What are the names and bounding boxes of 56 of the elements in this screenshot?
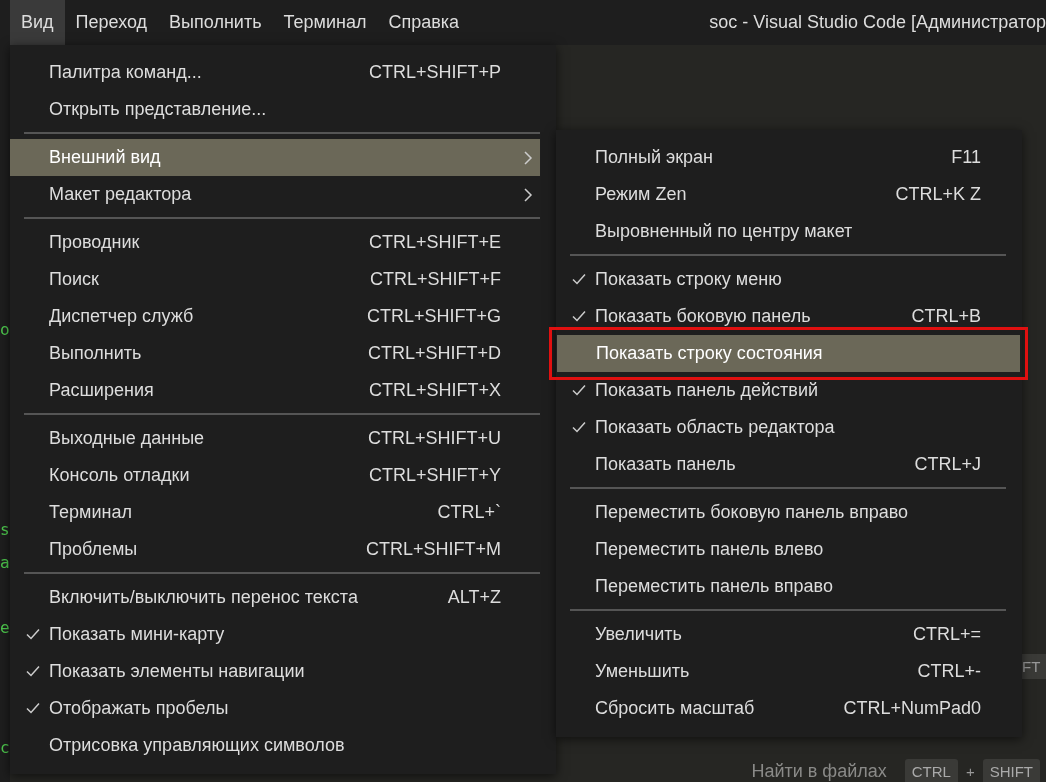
menu-item[interactable]: Переместить боковую панель вправо bbox=[556, 494, 1020, 531]
menubar-item[interactable]: Вид bbox=[10, 0, 65, 45]
menu-item[interactable]: Проводник CTRL+SHIFT+E bbox=[10, 224, 540, 261]
check-icon bbox=[572, 272, 586, 286]
menu-item[interactable]: Выходные данные CTRL+SHIFT+U bbox=[10, 420, 540, 457]
chevron-right-icon bbox=[523, 188, 533, 202]
menu-item[interactable]: Открыть представление... bbox=[10, 91, 540, 128]
plus-sign: + bbox=[965, 763, 975, 780]
check-icon bbox=[26, 701, 40, 715]
menu-item[interactable]: Поиск CTRL+SHIFT+F bbox=[10, 261, 540, 298]
code-text: s bbox=[0, 519, 10, 541]
check-icon bbox=[572, 420, 586, 434]
menu-item[interactable]: Выполнить CTRL+SHIFT+D bbox=[10, 335, 540, 372]
menu-item[interactable]: Показать область редактора bbox=[556, 409, 1020, 446]
check-icon bbox=[572, 383, 586, 397]
menubar-item[interactable]: Терминал bbox=[272, 0, 378, 45]
menubar-item[interactable]: Выполнить bbox=[158, 0, 273, 45]
menu-item[interactable]: Показать строку меню bbox=[556, 261, 1020, 298]
menu-item[interactable]: Палитра команд... CTRL+SHIFT+P bbox=[10, 54, 540, 91]
chevron-right-icon bbox=[523, 151, 533, 165]
menu-item[interactable]: Включить/выключить перенос текста ALT+Z bbox=[10, 579, 540, 616]
menu-item[interactable]: Показать боковую панель CTRL+B bbox=[556, 298, 1020, 335]
menu-item[interactable]: Полный экран F11 bbox=[556, 139, 1020, 176]
menu-item[interactable]: Терминал CTRL+` bbox=[10, 494, 540, 531]
menu-item[interactable]: Диспетчер служб CTRL+SHIFT+G bbox=[10, 298, 540, 335]
menu-item[interactable]: Отрисовка управляющих символов bbox=[10, 727, 540, 764]
code-text: c bbox=[0, 737, 10, 759]
menu-item[interactable]: Выровненный по центру макет bbox=[556, 213, 1020, 250]
menu-item[interactable]: Расширения CTRL+SHIFT+X bbox=[10, 372, 540, 409]
menu-item[interactable]: Переместить панель вправо bbox=[556, 568, 1020, 605]
menu-item[interactable]: Проблемы CTRL+SHIFT+M bbox=[10, 531, 540, 568]
menu-item[interactable]: Отображать пробелы bbox=[10, 690, 540, 727]
menu-item[interactable]: Консоль отладки CTRL+SHIFT+Y bbox=[10, 457, 540, 494]
menubar-item[interactable]: Справка bbox=[377, 0, 471, 45]
check-icon bbox=[26, 664, 40, 678]
keybinding-key: SHIFT bbox=[982, 759, 1040, 782]
menu-item[interactable]: Режим Zen CTRL+K Z bbox=[556, 176, 1020, 213]
keybinding-key: CTRL bbox=[904, 759, 958, 782]
menu-item[interactable]: Показать мини-карту bbox=[10, 616, 540, 653]
code-text: o bbox=[0, 319, 10, 341]
menu-item[interactable]: Сбросить масштаб CTRL+NumPad0 bbox=[556, 690, 1020, 727]
menu-item[interactable]: Переместить панель влево bbox=[556, 531, 1020, 568]
menu-item[interactable]: Показать элементы навигации bbox=[10, 653, 540, 690]
menu-item[interactable]: Внешний вид bbox=[10, 139, 540, 176]
code-text: e bbox=[0, 617, 10, 639]
menu-item[interactable]: Показать панель CTRL+J bbox=[556, 446, 1020, 483]
check-icon bbox=[26, 627, 40, 641]
menu-item[interactable]: Увеличить CTRL+= bbox=[556, 616, 1020, 653]
menu-item[interactable]: Макет редактора bbox=[10, 176, 540, 213]
check-icon bbox=[572, 309, 586, 323]
code-text: a bbox=[0, 552, 10, 574]
menu-item[interactable]: Показать строку состояния bbox=[557, 335, 1020, 372]
menu-item[interactable]: Показать панель действий bbox=[556, 372, 1020, 409]
menubar-item[interactable]: Переход bbox=[64, 0, 159, 45]
hint-label: Найти в файлах bbox=[751, 761, 887, 782]
window-title: soc - Visual Studio Code [Администратор bbox=[709, 11, 1046, 34]
